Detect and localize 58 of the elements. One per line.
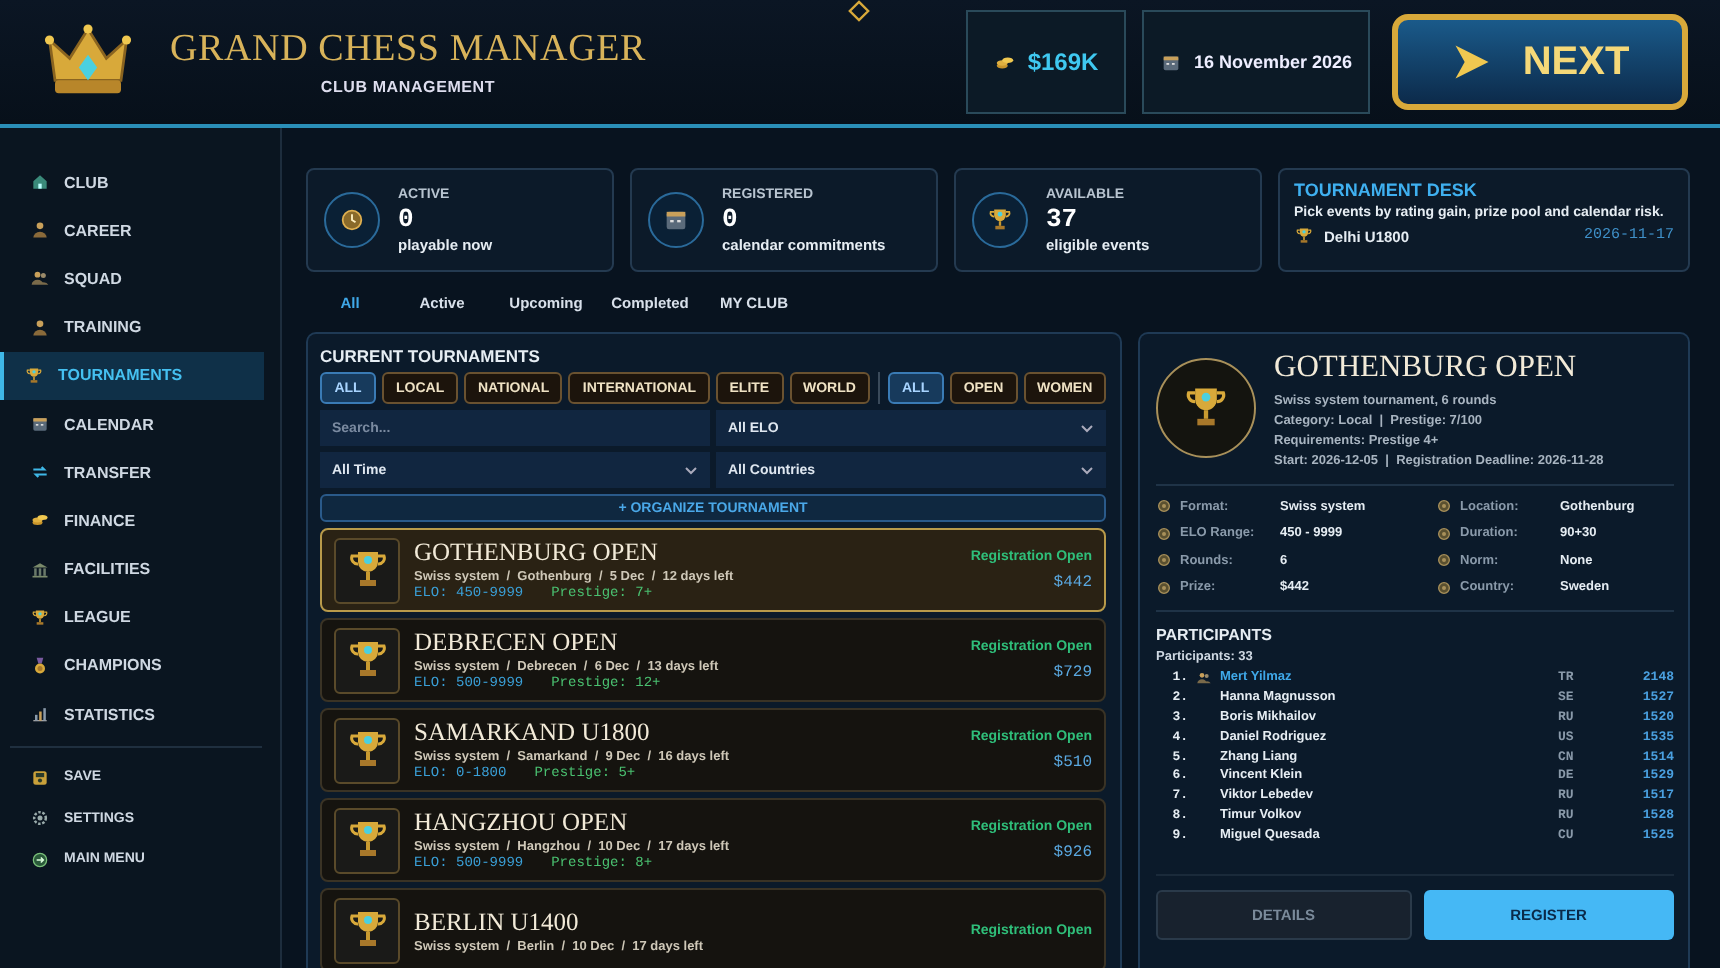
- tournament-name: HANGZHOU OPEN: [414, 808, 630, 838]
- nav-item[interactable]: SQUAD: [0, 254, 264, 304]
- chevron-down-icon: [1080, 465, 1094, 475]
- settings-icon: [30, 808, 50, 828]
- nav-item[interactable]: LEAGUE: [0, 593, 264, 642]
- save-icon: [30, 767, 50, 787]
- stat-value: 0: [722, 203, 740, 233]
- nav-item[interactable]: CAREER: [0, 206, 264, 255]
- people-icon: [30, 268, 50, 289]
- next-button[interactable]: NEXT: [1392, 14, 1688, 110]
- section-title: PARTICIPANTS: [1156, 626, 1274, 644]
- nav-item[interactable]: TRAINING: [0, 303, 264, 352]
- balance-amount: $169K: [1027, 48, 1099, 76]
- nav-item[interactable]: FACILITIES: [0, 545, 264, 594]
- medal-icon: [30, 655, 50, 676]
- trophy-icon: [1294, 226, 1314, 246]
- current-date: 16 November 2026: [1193, 52, 1353, 72]
- trophy-icon: [24, 365, 44, 386]
- app-subtitle: CLUB MANAGEMENT: [320, 78, 496, 96]
- nav-item[interactable]: CALENDAR: [0, 399, 264, 449]
- prize-amount: $729: [1053, 663, 1092, 681]
- stat-value: 0: [398, 203, 416, 233]
- prize-amount: $510: [1053, 753, 1092, 771]
- nav-item[interactable]: FINANCE: [0, 496, 264, 545]
- person-icon: [30, 220, 50, 241]
- chevron-down-icon: [1080, 423, 1094, 433]
- clock-icon: [338, 206, 366, 234]
- app-title: GRAND CHESS MANAGER: [170, 28, 646, 72]
- tournament-name: GOTHENBURG OPEN: [414, 538, 660, 568]
- coins-icon: [30, 510, 50, 531]
- nav-item[interactable]: CHAMPIONS: [0, 641, 264, 691]
- building-icon: [30, 559, 50, 580]
- calendar-icon: [30, 414, 50, 435]
- people-icon: [1196, 669, 1212, 686]
- diamond-ornament-icon: [848, 0, 870, 22]
- exit-icon: [30, 849, 50, 869]
- tournament-title: GOTHENBURG OPEN: [1274, 350, 1579, 386]
- prize-amount: $442: [1053, 573, 1092, 591]
- tournament-name: DEBRECEN OPEN: [414, 628, 620, 658]
- trophy-icon: [30, 607, 50, 628]
- house-icon: [30, 172, 50, 193]
- prize-amount: $926: [1053, 843, 1092, 861]
- person-icon: [30, 317, 50, 338]
- nav-item[interactable]: TOURNAMENTS: [0, 351, 264, 400]
- tournament-name: SAMARKAND U1800: [414, 718, 652, 748]
- calendar-icon: [1159, 51, 1182, 73]
- nav-item[interactable]: TRANSFER: [0, 448, 264, 497]
- trophy-icon: [986, 206, 1014, 234]
- bar-chart-icon: [30, 704, 50, 725]
- arrows-icon: [30, 462, 50, 483]
- tournament-name: BERLIN U1400: [414, 907, 581, 937]
- nav-item[interactable]: STATISTICS: [0, 690, 264, 739]
- nav-item[interactable]: CLUB: [0, 158, 264, 207]
- panel-title: CURRENT TOURNAMENTS: [320, 346, 542, 366]
- desk-title: TOURNAMENT DESK: [1294, 180, 1479, 200]
- calendar-icon: [662, 206, 690, 234]
- chevron-down-icon: [684, 465, 698, 475]
- stat-value: 37: [1046, 203, 1080, 233]
